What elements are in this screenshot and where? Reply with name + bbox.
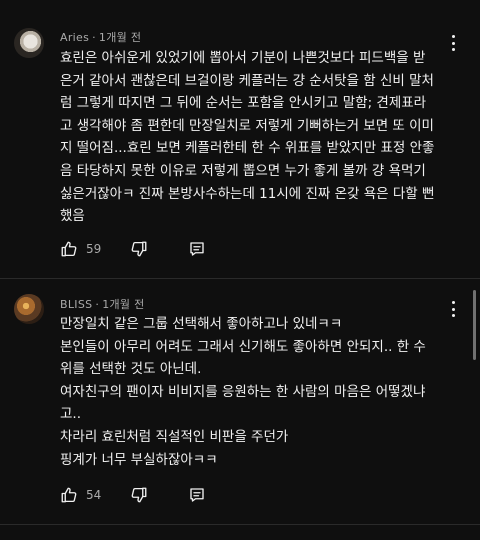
more-vert-icon[interactable] — [448, 300, 458, 318]
comment-line: 핑계가 너무 부실하잖아ㅋㅋ — [60, 451, 218, 468]
comment-thread: Aries · 1개월 전 효린은 아쉬운게 있었기에 뽑아서 기분이 나쁜것보다 … — [0, 0, 480, 278]
dislike-button[interactable] — [130, 240, 188, 258]
kebab-dot — [451, 35, 455, 38]
comment-line: 지 떨어짐...효린 보면 케플러한테 한 수 위표를 받았지만 표정 안좋 — [60, 140, 435, 157]
like-button[interactable]: 54 — [60, 486, 130, 504]
comment-actions: 59 — [60, 238, 206, 260]
comment-time[interactable]: 1개월 전 — [99, 31, 141, 44]
comment-divider — [0, 524, 480, 525]
comment-author[interactable]: Aries — [60, 31, 89, 44]
comment-line: 은거 같아서 괜찮은데 브걸이랑 케플러는 걍 순서탓을 함 신비 말처 — [60, 72, 434, 89]
more-vert-icon[interactable] — [448, 34, 458, 52]
comment-text: 만장일치 같은 그룹 선택해서 좋아하고나 있네ㅋㅋ 본인들이 아무리 어려도 … — [60, 313, 438, 471]
thumbs-up-icon — [61, 487, 77, 503]
comment-author[interactable]: BLISS — [60, 298, 92, 311]
comment-line: 본인들이 아무리 어려도 그래서 신기해도 좋아하면 안되지.. 한 수 — [60, 338, 426, 355]
kebab-dot — [451, 41, 455, 45]
reply-icon — [190, 242, 204, 256]
comment-line: 고 생각해야 좀 편한데 만장일치로 저렇게 기뻐하는거 보면 또 이미 — [60, 117, 434, 134]
meta-separator: · — [92, 31, 96, 44]
kebab-dot — [451, 48, 455, 51]
reply-icon — [190, 488, 204, 502]
like-button[interactable]: 59 — [60, 240, 130, 258]
comment-actions: 54 — [60, 484, 206, 506]
comment-line: 차라리 효린처럼 직설적인 비판을 주던가 — [60, 428, 289, 445]
thumbs-down-icon — [131, 241, 147, 257]
comment-line: 위를 선택한 것도 아닌데. — [60, 361, 202, 378]
comment-line: 효린은 아쉬운게 있었기에 뽑아서 기분이 나쁜것보다 피드백을 받 — [60, 50, 426, 66]
reply-button[interactable] — [188, 240, 206, 258]
comment-time[interactable]: 1개월 전 — [102, 298, 144, 311]
comment-line: 만장일치 같은 그룹 선택해서 좋아하고나 있네ㅋㅋ — [60, 316, 343, 332]
comment-line: 고.. — [60, 406, 82, 423]
comment-line: 여자친구의 팬이자 비비지를 응원하는 한 사람의 마음은 어떻겠냐 — [60, 383, 426, 400]
like-count: 59 — [86, 242, 102, 256]
thumbs-up-icon — [61, 241, 77, 257]
comment-line: 했음 — [60, 208, 85, 225]
kebab-dot — [451, 301, 455, 304]
comment-line: 럼 그렇게 따지면 그 뒤에 순서는 포함을 안시키고 말함; 견제표라 — [60, 95, 427, 112]
thumbs-down-icon — [131, 487, 147, 503]
dislike-button[interactable] — [130, 486, 188, 504]
comment-meta: BLISS · 1개월 전 — [60, 296, 145, 312]
avatar[interactable] — [14, 294, 44, 324]
comment-line: 음 타당하지 못한 이유로 저렇게 뽑으면 누가 좋게 볼까 걍 욕먹기 — [60, 162, 426, 179]
comment-meta: Aries · 1개월 전 — [60, 29, 141, 45]
like-count: 54 — [86, 488, 102, 502]
comment-line: 싫은거잖아ㅋ 진짜 본방사수하는데 11시에 진짜 온갖 욕은 다할 뻔 — [60, 185, 435, 202]
comment-text: 효린은 아쉬운게 있었기에 뽑아서 기분이 나쁜것보다 피드백을 받 은거 같아… — [60, 47, 438, 228]
kebab-dot — [451, 314, 455, 317]
avatar[interactable] — [14, 28, 44, 58]
reply-button[interactable] — [188, 486, 206, 504]
scrollbar-thumb[interactable] — [473, 290, 476, 360]
meta-separator: · — [95, 298, 100, 311]
kebab-dot — [451, 307, 455, 311]
